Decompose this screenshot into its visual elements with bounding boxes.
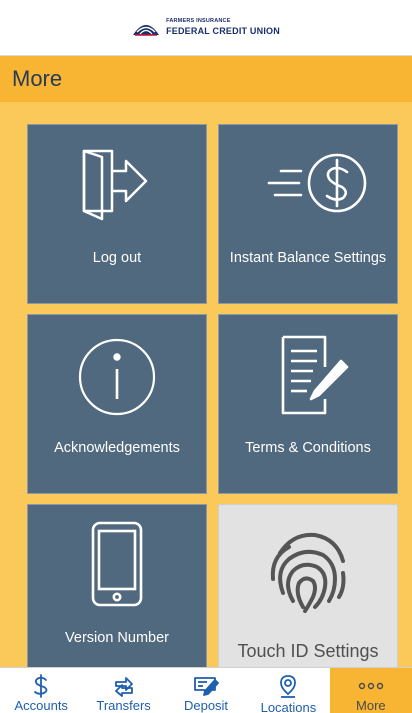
page-title-bar: More [0,56,412,102]
acknowledgements-label: Acknowledgements [54,440,180,456]
fast-dollar-icon [267,153,367,213]
tab-locations[interactable]: Locations [247,668,329,713]
version-number-tile[interactable]: Version Number [27,504,207,667]
touch-id-settings-label: Touch ID Settings [237,641,379,661]
more-menu-grid: Log out Instant Balance Settings Acknowl… [0,102,412,667]
bottom-tab-bar: Accounts Transfers Deposit Locations Mor… [0,667,412,713]
tab-transfers-label: Transfers [96,698,151,713]
info-icon [78,338,156,416]
page-title: More [12,66,63,91]
acknowledgements-tile[interactable]: Acknowledgements [27,314,207,494]
tab-accounts[interactable]: Accounts [0,668,82,713]
location-pin-icon [280,675,297,698]
document-pen-icon [281,335,349,415]
logout-tile[interactable]: Log out [27,124,207,304]
instant-balance-settings-label: Instant Balance Settings [229,250,387,266]
dollar-icon [34,674,48,698]
logo-small-text: FARMERS INSURANCE [166,18,231,25]
transfer-arrows-icon [114,677,133,697]
check-deposit-icon [194,677,219,696]
more-dots-icon [358,682,384,690]
tab-accounts-label: Accounts [14,698,68,713]
tab-deposit-label: Deposit [183,698,229,713]
phone-icon [91,521,143,607]
terms-conditions-tile[interactable]: Terms & Conditions [218,314,398,494]
tab-locations-label: Locations [260,700,317,713]
terms-conditions-label: Terms & Conditions [245,440,371,456]
logout-label: Log out [92,250,142,266]
tab-more[interactable]: More [329,668,412,713]
tab-more-label: More [356,698,386,713]
fingerprint-icon [270,532,346,613]
instant-balance-settings-tile[interactable]: Instant Balance Settings [218,124,398,304]
app-header: FARMERS INSURANCE FEDERAL CREDIT UNION [0,0,412,56]
touch-id-settings-tile[interactable]: Touch ID Settings [218,504,398,667]
version-number-label: Version Number [65,630,169,646]
logo-big-text: FEDERAL CREDIT UNION [166,25,280,36]
tab-transfers[interactable]: Transfers [82,668,164,713]
credit-union-logo: FARMERS INSURANCE FEDERAL CREDIT UNION [132,19,280,37]
tab-deposit[interactable]: Deposit [165,668,247,713]
logo-emblem-icon [133,24,160,36]
logout-door-icon [82,149,148,221]
